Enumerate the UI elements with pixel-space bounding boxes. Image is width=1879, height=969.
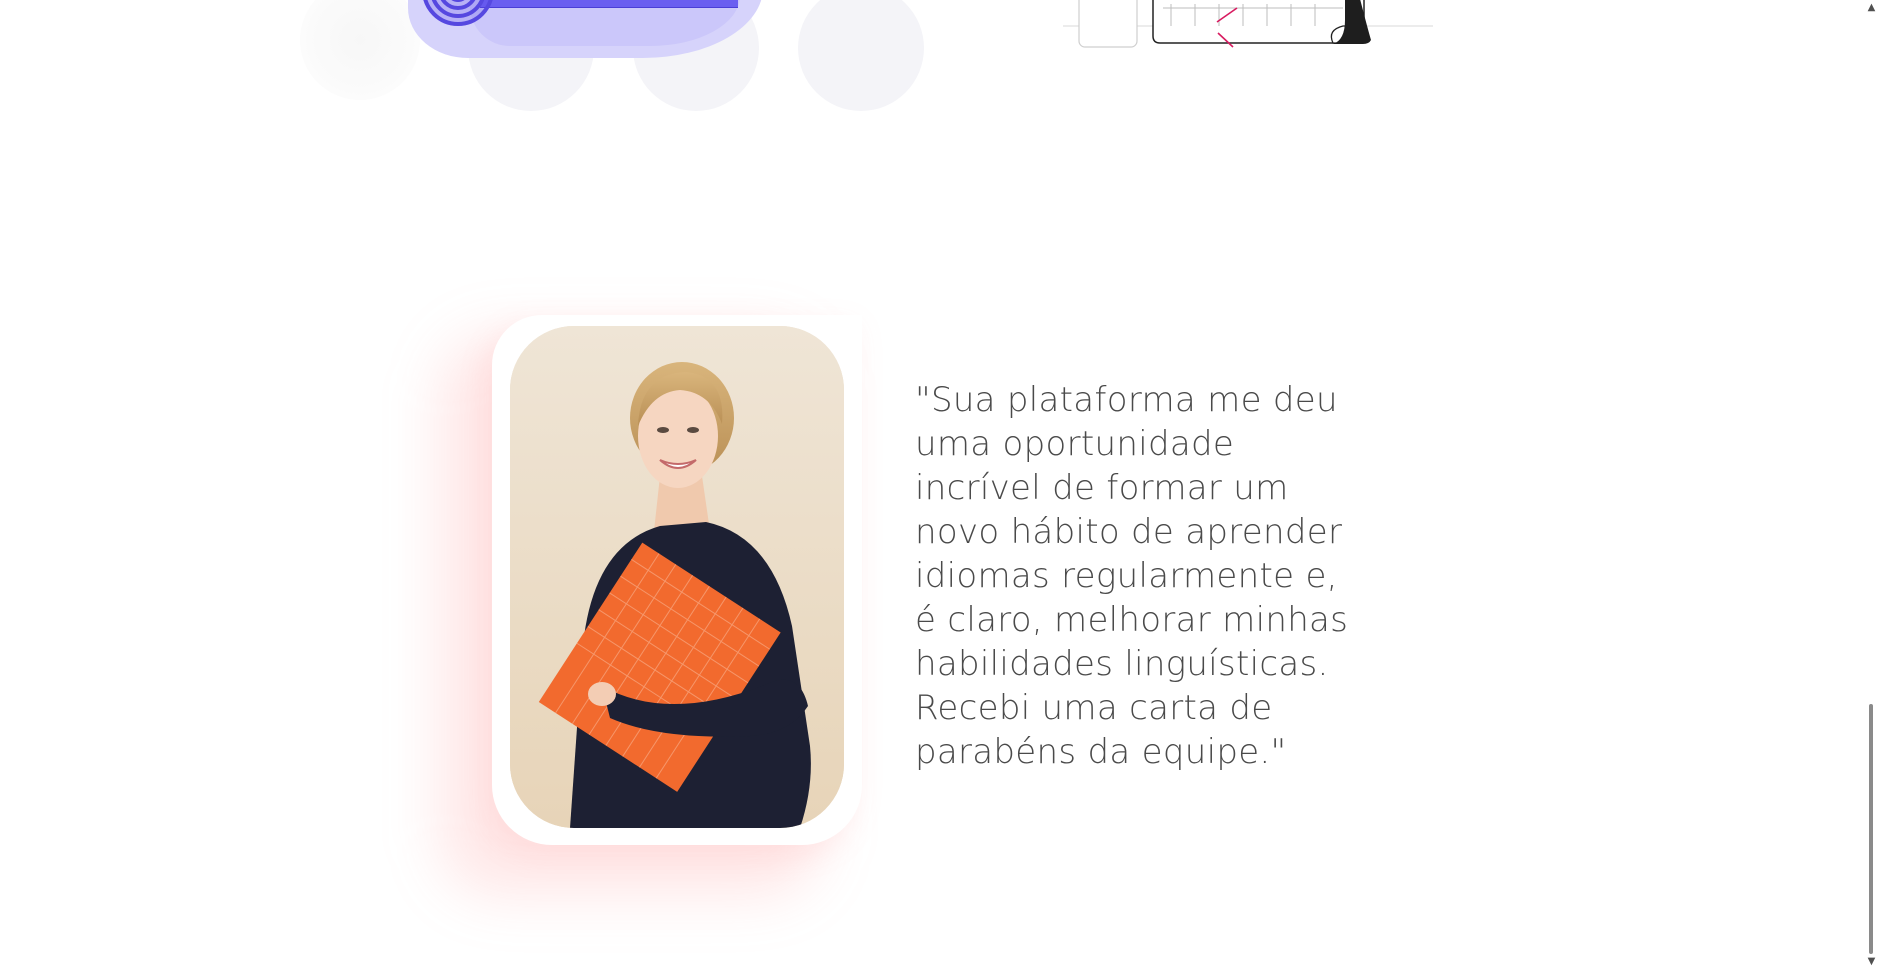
chevron-down-icon[interactable]: ▼ — [1864, 954, 1879, 969]
quote-line: "Sua plataforma me deu — [915, 380, 1338, 420]
quote-line: idiomas regularmente e, — [915, 556, 1338, 596]
decorative-circle — [798, 0, 924, 111]
quote-line: parabéns da equipe." — [915, 732, 1287, 772]
woman-holding-orange-folder-photo — [510, 326, 844, 828]
quote-line: habilidades linguísticas. — [915, 644, 1329, 684]
landing-page: "Sua plataforma me deu uma oportunidade … — [0, 0, 1879, 969]
spiral-icon — [423, 0, 493, 26]
quote-line: é claro, melhorar minhas — [915, 600, 1349, 640]
testimonial-photo — [510, 326, 844, 828]
testimonial-quote: "Sua plataforma me deu uma oportunidade … — [915, 378, 1385, 774]
calendar-illustration-icon — [1063, 0, 1433, 48]
scrollbar-thumb[interactable] — [1869, 704, 1873, 954]
chevron-up-icon[interactable]: ▲ — [1864, 0, 1879, 15]
quote-line: Recebi uma carta de — [915, 688, 1273, 728]
quote-line: uma oportunidade — [915, 424, 1235, 464]
vertical-scrollbar[interactable]: ▲ ▼ — [1864, 0, 1879, 969]
quote-line: incrível de formar um — [915, 468, 1289, 508]
quote-line: novo hábito de aprender — [915, 512, 1343, 552]
decorative-circle — [300, 0, 420, 100]
decorative-bar — [480, 0, 738, 8]
